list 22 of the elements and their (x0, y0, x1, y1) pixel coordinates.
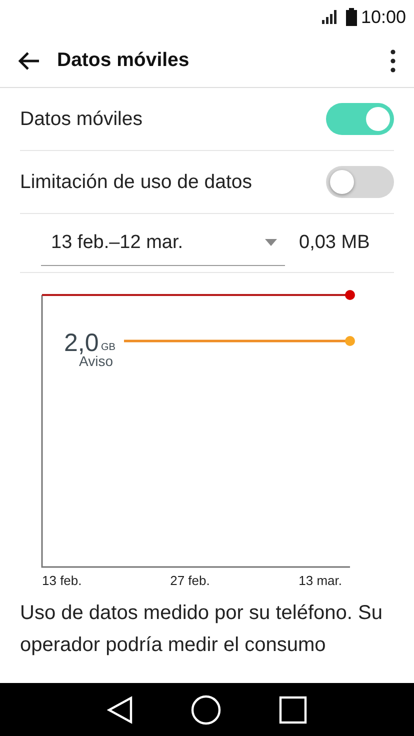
back-arrow-icon[interactable] (18, 52, 40, 70)
usage-amount: 0,03 MB (299, 232, 370, 254)
description-text: Uso de datos medido por su teléfono. Su operador podría medir el consumo (20, 601, 384, 658)
setting-label: Datos móviles (20, 108, 142, 130)
screen-title: Datos móviles (57, 49, 190, 72)
signal-icon (322, 10, 338, 24)
axis-label: 27 feb. (170, 573, 210, 588)
clock: 10:00 (360, 6, 406, 28)
setting-label: Limitación de uso de datos (20, 170, 252, 194)
recent-apps-icon[interactable] (279, 696, 307, 724)
battery-icon (346, 8, 357, 26)
toggle-switch[interactable] (326, 103, 394, 135)
axis-label: 13 mar. (298, 573, 342, 588)
toggle-switch[interactable] (326, 166, 394, 198)
limit-line[interactable] (42, 290, 355, 300)
date-range-dropdown[interactable]: 13 feb.–12 mar. (41, 220, 285, 266)
more-options-icon[interactable] (390, 48, 396, 72)
home-icon[interactable] (191, 694, 221, 724)
back-icon[interactable] (107, 696, 133, 724)
caret-icon (265, 239, 277, 246)
warning-unit: GB (101, 342, 116, 353)
axis-label: 13 feb. (42, 573, 82, 588)
